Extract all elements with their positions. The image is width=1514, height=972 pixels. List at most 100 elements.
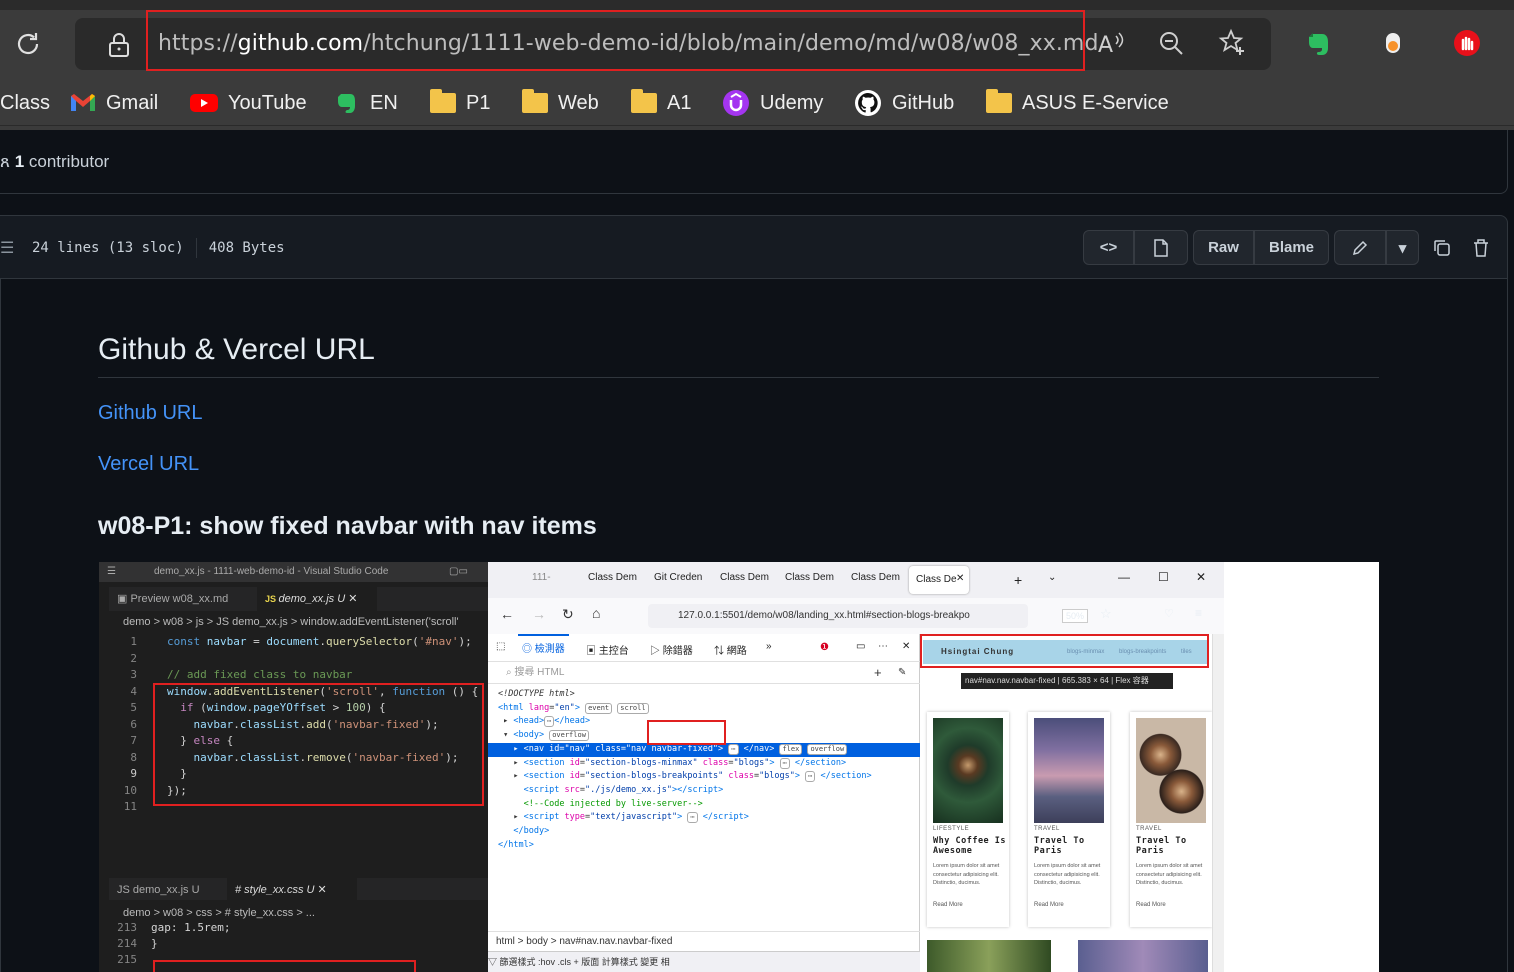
tab-label: 除錯器 — [662, 646, 693, 657]
bookmark-asus[interactable]: ASUS E-Service — [986, 87, 1169, 119]
ff-tab: Class De — [916, 574, 957, 585]
file-lines: 24 lines (13 sloc) — [32, 240, 184, 256]
ff-tab: Class Dem — [851, 572, 900, 583]
card-title: Travel To Paris — [1136, 836, 1187, 856]
dom-line: ▸ <section id="section-blogs-minmax" cla… — [498, 757, 847, 769]
blog-card: LIFESTYLE Why Coffee Is Awesome Lorem ip… — [927, 712, 1009, 927]
more-tabs-icon: » — [766, 641, 772, 652]
error-count-icon: ❶ — [820, 642, 829, 653]
ff-tab: Class Dem — [720, 572, 769, 583]
ff-active-tab: Class De ✕ — [909, 566, 969, 594]
code-view-button[interactable]: <> — [1083, 230, 1134, 265]
devtools-toolbar: ⬚ ◎ 檢測器 ▣ 主控台 ▷ 除錯器 ⇅ 網路 » ❶ ▭ ⋯ ✕ — [488, 634, 920, 662]
address-row: https://github.com/htchung/1111-web-demo… — [0, 10, 1514, 80]
preview-icon: ▣ — [117, 593, 131, 605]
card-tag: TRAVEL — [1034, 826, 1060, 832]
copy-button[interactable] — [1427, 230, 1457, 265]
close-icon: ✕ — [317, 884, 327, 896]
read-aloud-icon[interactable]: A — [1096, 28, 1126, 58]
delete-button[interactable] — [1466, 230, 1496, 265]
file-size: 408 Bytes — [208, 240, 285, 256]
bookmark-a1[interactable]: A1 — [631, 87, 691, 119]
devtools-tab-network: ⇅ 網路 — [714, 646, 747, 657]
preview-button[interactable] — [1134, 230, 1188, 265]
card-title: Travel To Paris — [1034, 836, 1085, 856]
add-favorite-icon[interactable] — [1218, 28, 1248, 58]
folder-icon — [631, 89, 657, 113]
embedded-screenshot: ☰ demo_xx.js - 1111-web-demo-id - Visual… — [99, 562, 1379, 972]
code-line: 214} — [117, 937, 158, 950]
bookmark-udemy[interactable]: Udemy — [722, 87, 823, 119]
extension-orange-icon[interactable] — [1378, 28, 1408, 58]
bookmark-gmail[interactable]: Gmail — [70, 87, 158, 119]
close-devtools-icon: ✕ — [902, 641, 911, 652]
bookmark-p1[interactable]: P1 — [430, 87, 490, 119]
ff-tab: 111- — [532, 572, 551, 583]
trash-icon — [1474, 238, 1488, 257]
firefox-tabstrip: 111- Class Dem Git Creden Class Dem Clas… — [488, 562, 1224, 598]
card-text: Lorem ipsum dolor sit amet consectetur a… — [1136, 863, 1203, 886]
css-highlight-box — [153, 960, 416, 972]
github-url-link[interactable]: Github URL — [98, 402, 203, 425]
bookmark-label: Udemy — [760, 91, 824, 114]
forward-icon: → — [532, 606, 546, 622]
ff-zoom: 50% — [1062, 609, 1089, 623]
devtools-tab-inspector: ◎ 檢測器 — [518, 634, 569, 662]
dom-line: <script src="./js/demo_xx.js"></script> — [523, 784, 724, 795]
browser-chrome: https://github.com/htchung/1111-web-demo… — [0, 0, 1514, 130]
tab-label: 網路 — [726, 646, 747, 657]
tab-label: 檢測器 — [534, 644, 565, 655]
bookmark-label: GitHub — [892, 91, 955, 114]
minimize-icon: — — [1118, 570, 1130, 584]
dom-line: ▸ <script type="text/javascript"> ⋯ </sc… — [498, 812, 749, 824]
blog-card: TRAVEL Travel To Paris Lorem ipsum dolor… — [1130, 712, 1212, 927]
hamburger-icon: ☰ — [107, 566, 116, 577]
devtools-rules-bar: ▽ 篩選樣式 :hov .cls + 版面 計算樣式 變更 相 — [488, 951, 920, 972]
code-line: 2 — [130, 651, 137, 665]
contributors-text[interactable]: ጸ 1 contributor — [0, 152, 109, 172]
inspector-tooltip: nav#nav.nav.navbar-fixed | 665.383 × 64 … — [961, 673, 1173, 689]
bookmark-web[interactable]: Web — [522, 87, 599, 119]
ff-tab: Class Dem — [785, 572, 834, 583]
tab-preview: ▣ Preview w08_xx.md — [109, 587, 249, 611]
raw-button[interactable]: Raw — [1193, 230, 1254, 265]
card-tag: LIFESTYLE — [933, 826, 970, 832]
bookmark-class[interactable]: Class — [0, 87, 50, 119]
contributor-label: contributor — [28, 152, 110, 171]
symbols-menu-icon[interactable]: ☰ — [0, 238, 14, 258]
dom-line: <!--Code injected by live-server--> — [523, 798, 703, 809]
code-line: 3// add fixed class to navbar — [130, 668, 353, 681]
edit-dropdown-button[interactable]: ▾ — [1386, 230, 1419, 265]
search-placeholder: 搜尋 HTML — [514, 667, 565, 678]
code-text: gap: 1.5rem; — [151, 921, 231, 934]
navbar-highlight-box — [920, 634, 1209, 668]
copy-icon — [1434, 239, 1450, 256]
bookmark-label: P1 — [466, 91, 491, 114]
folder-icon — [522, 89, 548, 113]
adblock-hand-icon[interactable] — [1452, 28, 1482, 58]
reload-icon: ↻ — [562, 606, 574, 622]
vercel-url-link[interactable]: Vercel URL — [98, 453, 199, 476]
page-scrollbar — [1212, 634, 1224, 972]
lock-icon[interactable] — [108, 32, 130, 58]
blame-button[interactable]: Blame — [1254, 230, 1329, 265]
vscode-breadcrumb-2: demo > w08 > css > # style_xx.css > ... — [123, 907, 315, 919]
bookmark-en[interactable]: EN — [336, 87, 398, 119]
youtube-icon — [190, 94, 218, 112]
ff-url-text: 127.0.0.1:5501/demo/w08/landing_xx.html#… — [678, 610, 970, 621]
edit-button[interactable] — [1334, 230, 1386, 265]
eyedropper-icon: ✎ — [898, 667, 907, 678]
reload-icon[interactable] — [12, 28, 44, 60]
folder-icon — [986, 89, 1012, 113]
zoom-out-icon[interactable] — [1156, 28, 1186, 58]
heading-github-vercel: Github & Vercel URL — [98, 333, 375, 366]
bookmark-youtube[interactable]: YouTube — [190, 87, 307, 119]
url-highlight-box — [146, 10, 1085, 71]
dom-line: </html> — [498, 839, 534, 850]
contributors-box — [0, 130, 1508, 194]
bookmark-github[interactable]: GitHub — [854, 87, 954, 119]
vscode-breadcrumb: demo > w08 > js > JS demo_xx.js > window… — [123, 616, 459, 628]
tab-style-css: # style_xx.css U ✕ — [227, 878, 357, 902]
evernote-extension-icon[interactable] — [1304, 28, 1334, 58]
card-read-more: Read More — [1034, 902, 1064, 908]
